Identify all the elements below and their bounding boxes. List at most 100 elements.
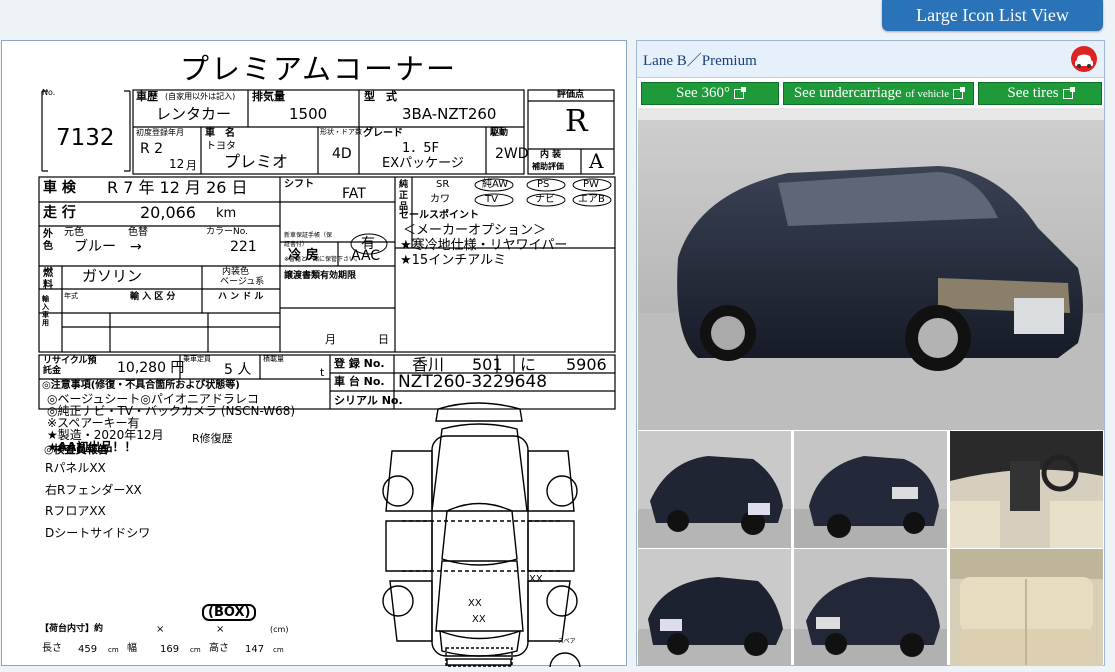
reg-number: 5906 — [566, 355, 607, 374]
see-360-label: See 360° — [676, 85, 730, 101]
import-label: 輸入車用 — [42, 295, 49, 327]
equip-pw: PW — [583, 179, 599, 190]
name-value: プレミオ — [224, 152, 289, 171]
color-original-label: 元色 — [64, 227, 84, 238]
height-unit: cm — [273, 646, 284, 654]
main-vehicle-photo[interactable] — [638, 108, 1104, 430]
thumbnail-front-right[interactable] — [638, 549, 791, 666]
auction-page: Large Icon List View プレミアムコーナー No. 7132 … — [0, 0, 1115, 672]
equip-leather: カワ — [430, 194, 450, 205]
shift-label: シフト — [284, 179, 314, 190]
history-note: (自家用以外は記入) — [165, 92, 236, 101]
grade-value-2: EXパッケージ — [382, 156, 464, 171]
handle-label: ハ ン ド ル — [218, 292, 264, 302]
inspection-value: R 7 年 12 月 26 日 — [107, 178, 248, 197]
reg-region: 香川 — [412, 355, 445, 374]
first-reg-era: R 2 — [140, 141, 164, 157]
undercarriage-small-label: of vehicle — [905, 87, 950, 100]
sales-points-label: セールスポイント — [399, 210, 479, 221]
reg-label: 登 録 No. — [334, 357, 385, 370]
equip-tv: TV — [485, 194, 498, 205]
doors-label: 形状・ドア数 — [320, 128, 362, 136]
thumbnail-rear-left[interactable] — [794, 431, 947, 548]
width-label: 幅 — [127, 643, 137, 654]
inspection-label: 車 検 — [43, 180, 76, 196]
see-360-button[interactable]: See 360° — [641, 82, 779, 105]
auction-sheet[interactable]: プレミアムコーナー No. 7132 車歴 (自家用以外は記入) レンタカー 排… — [1, 40, 627, 667]
first-reg-label: 初度登録年月 — [136, 128, 184, 137]
vehicle-panel: Lane B／Premium See 360° See undercarriag… — [636, 40, 1105, 666]
fuel-label: 燃料 — [43, 268, 53, 291]
import-class-label: 輸 入 区 分 — [130, 292, 176, 302]
chassis-value: NZT260-3229648 — [398, 372, 548, 392]
see-tires-label: See tires — [1007, 85, 1059, 101]
inspector-item-4: Dシートサイドシワ — [45, 526, 151, 540]
interior-color-label: 内装色 — [222, 267, 250, 277]
document-day: 日 — [378, 333, 389, 346]
load-label: 積載量 — [263, 355, 284, 363]
recycle-value: 10,280 円 — [117, 360, 185, 376]
equip-airbag: エアB — [578, 194, 605, 205]
car-diagram — [382, 402, 581, 667]
mileage-unit: km — [216, 206, 237, 221]
equip-alloy: 純AW — [482, 179, 509, 190]
shift-value: FAT — [342, 186, 366, 202]
lane-title: Lane B／Premium — [637, 41, 1104, 78]
length-label: 長さ — [42, 643, 62, 654]
capacity-label: 乗車定員 — [183, 355, 211, 363]
document-label: 譲渡書類有効期限 — [284, 271, 357, 281]
external-link-icon — [953, 86, 966, 99]
reg-kana: に — [520, 355, 537, 374]
external-link-icon — [1062, 86, 1075, 99]
cargo-unit: (cm) — [270, 625, 289, 634]
thumbnail-rear-seats[interactable] — [950, 549, 1103, 666]
thumbnail-front-left[interactable] — [638, 431, 791, 548]
interior-sub-label: 補助評価 — [532, 162, 564, 171]
grade-score-label: 評価点 — [557, 90, 585, 100]
thumbnail-rear-right[interactable] — [794, 549, 947, 666]
cargo-label: 【荷台内寸】約 — [40, 624, 104, 634]
width-unit: cm — [190, 646, 201, 654]
width-value: 169 — [160, 644, 180, 655]
doors-value: 4D — [332, 146, 352, 162]
manual-note: ※書籍と一緒に保管下さい。 — [284, 256, 362, 263]
inspector-label: ◎検査員報告 — [44, 443, 109, 456]
length-unit: cm — [108, 646, 119, 654]
reg-class: 501 — [472, 355, 503, 374]
spare-label: スペア — [558, 638, 576, 645]
document-month: 月 — [325, 333, 336, 346]
inspector-item-3: RフロアXX — [45, 504, 106, 518]
height-value: 147 — [245, 644, 265, 655]
color-repaint-label: 色替 — [128, 227, 148, 238]
repair-label: R修復歴 — [192, 432, 233, 445]
large-icon-list-view-button[interactable]: Large Icon List View — [882, 0, 1103, 31]
diagram-mark-1: XX — [529, 574, 543, 585]
sales-point-3: ★15インチアルミ — [400, 253, 507, 268]
mileage-label: 走 行 — [43, 205, 76, 221]
sales-point-1: ＜メーカーオプション＞ — [403, 223, 547, 238]
see-undercarriage-button[interactable]: See undercarriage of vehicle — [783, 82, 974, 105]
chassis-label: 車 台 No. — [334, 375, 385, 388]
displacement-label: 排気量 — [252, 90, 285, 103]
history-value: レンタカー — [156, 105, 232, 123]
thumbnail-dashboard[interactable] — [950, 431, 1103, 548]
box-label: (BOX) — [202, 604, 257, 621]
interior-score: A — [589, 149, 604, 173]
color-code-value: 221 — [230, 239, 257, 255]
model-code-value: 3BA-NZT260 — [402, 105, 497, 123]
external-link-icon — [733, 86, 746, 99]
load-unit: t — [320, 366, 325, 379]
see-tires-button[interactable]: See tires — [978, 82, 1102, 105]
make-label: 車 名 — [205, 128, 235, 139]
car-alert-icon — [1071, 46, 1097, 72]
import-year-label: 年式 — [64, 292, 78, 300]
grade-score-value: R — [565, 104, 588, 139]
manual-value: 有 — [361, 236, 375, 252]
make-value: トヨタ — [206, 141, 236, 152]
cargo-x2: × — [216, 624, 225, 635]
history-label: 車歴 — [136, 90, 158, 103]
inspector-item-2: 右RフェンダーXX — [45, 483, 142, 497]
model-code-label: 型 式 — [364, 90, 397, 103]
undercarriage-label: See undercarriage — [793, 85, 902, 101]
first-reg-month: 12 — [169, 157, 185, 171]
